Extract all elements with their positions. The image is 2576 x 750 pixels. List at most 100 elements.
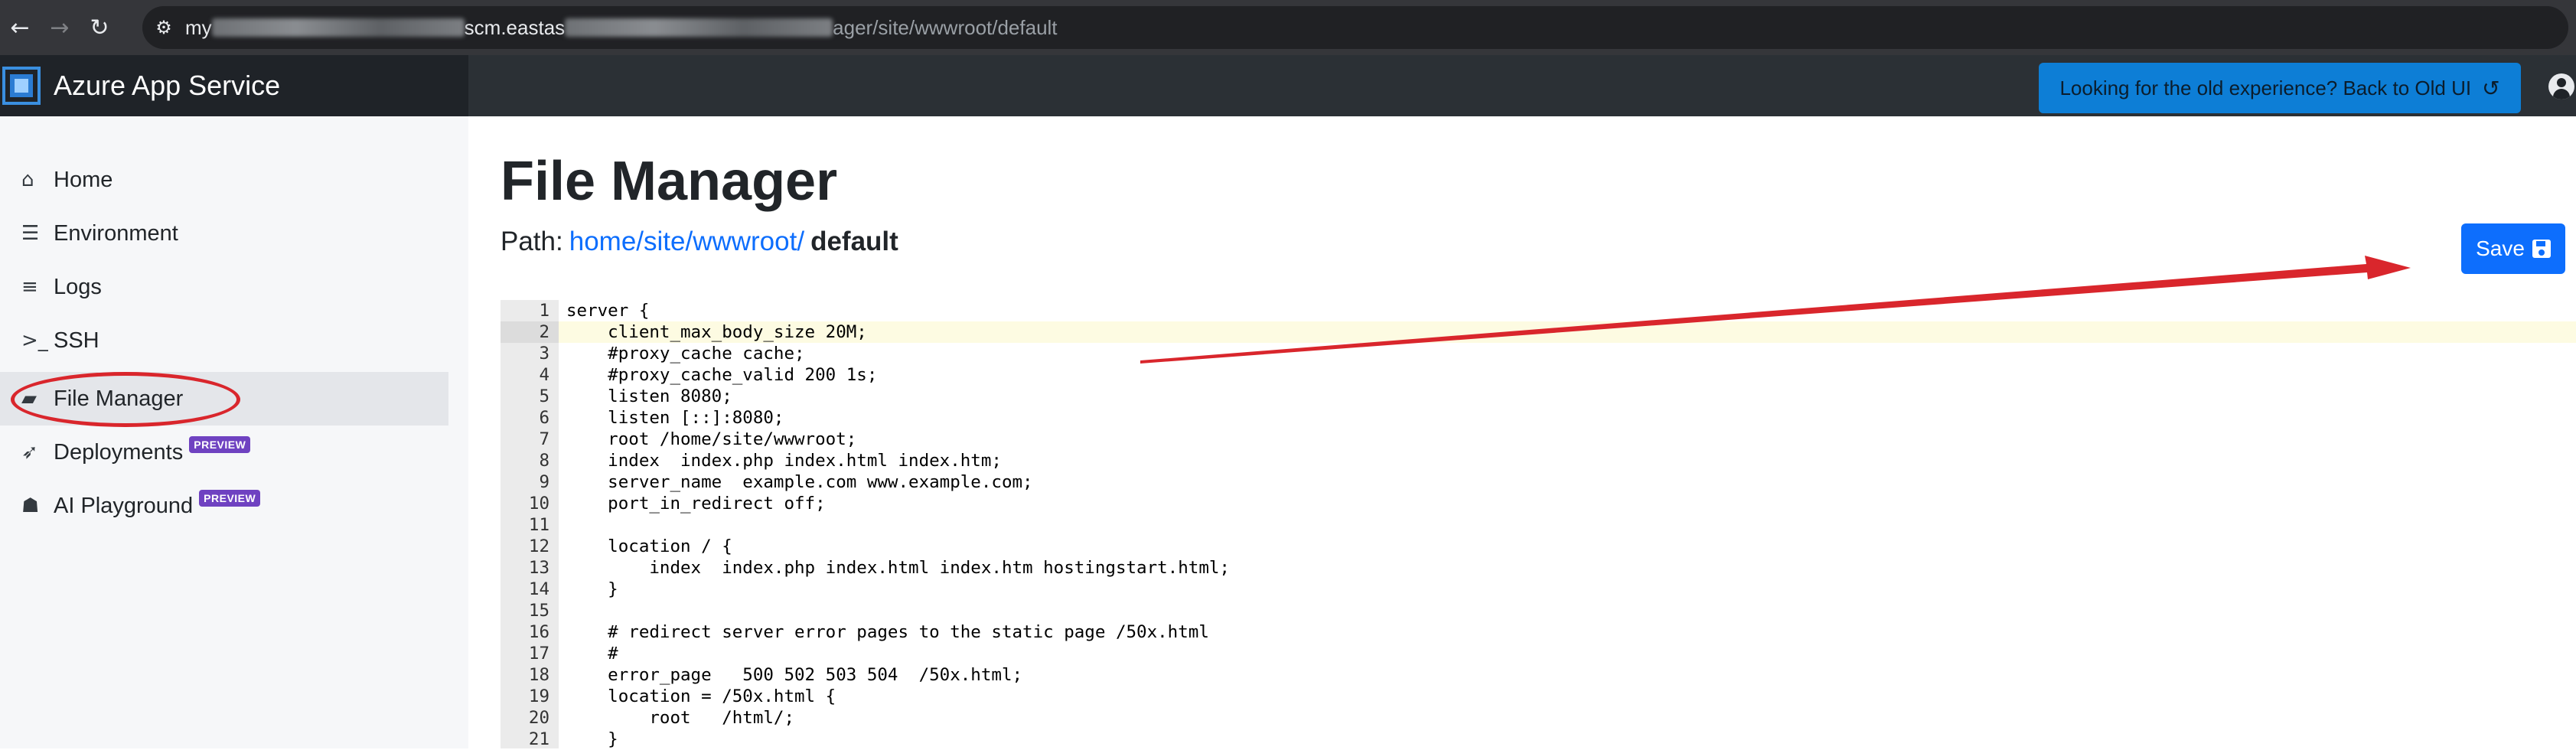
code-line[interactable]: 14 } bbox=[501, 579, 2576, 600]
back-to-old-ui-button[interactable]: Looking for the old experience? Back to … bbox=[2039, 63, 2521, 113]
line-code: root /html/; bbox=[566, 708, 795, 728]
sidebar-item-deployments[interactable]: ➶ Deployments PREVIEW bbox=[0, 426, 448, 479]
back-button[interactable]: ← bbox=[0, 0, 40, 55]
line-number: 9 bbox=[539, 472, 549, 492]
line-code: port_in_redirect off; bbox=[566, 494, 826, 514]
code-line[interactable]: 1 server { bbox=[501, 300, 2576, 321]
code-line[interactable]: 13 index index.php index.html index.htm … bbox=[501, 557, 2576, 579]
code-line[interactable]: 5 listen 8080; bbox=[501, 386, 2576, 407]
sidebar-item-label: Home bbox=[54, 167, 113, 192]
line-number: 5 bbox=[539, 386, 549, 406]
line-code: index index.php index.html index.htm hos… bbox=[566, 558, 1230, 578]
sidebar-item-file-manager[interactable]: ▰ File Manager bbox=[0, 372, 448, 426]
line-number: 4 bbox=[539, 365, 549, 385]
line-number: 13 bbox=[528, 558, 549, 578]
code-line[interactable]: 16 # redirect server error pages to the … bbox=[501, 621, 2576, 643]
sidebar-item-label: SSH bbox=[54, 328, 99, 353]
line-code: listen [::]:8080; bbox=[566, 408, 784, 428]
line-number: 14 bbox=[528, 579, 549, 599]
browser-toolbar: ← → ↻ ⚙ my scm.eastas ager/site/wwwroot/… bbox=[0, 0, 2576, 55]
code-line[interactable]: 18 error_page 500 502 503 504 /50x.html; bbox=[501, 664, 2576, 686]
breadcrumb: Path: home/site/wwwroot/default bbox=[501, 227, 898, 257]
code-line[interactable]: 3 #proxy_cache cache; bbox=[501, 343, 2576, 364]
sidebar-item-environment[interactable]: ☰ Environment bbox=[0, 207, 448, 260]
code-line[interactable]: 2 client_max_body_size 20M; bbox=[501, 321, 2576, 343]
code-editor[interactable]: 1 server {2 client_max_body_size 20M; 3 #p… bbox=[501, 300, 2576, 750]
code-line[interactable]: 21 } bbox=[501, 729, 2576, 750]
code-line[interactable]: 17 # bbox=[501, 643, 2576, 664]
sidebar-item-label: File Manager bbox=[54, 386, 184, 411]
code-line[interactable]: 4 #proxy_cache_valid 200 1s; bbox=[501, 364, 2576, 386]
save-label: Save bbox=[2476, 236, 2525, 260]
user-circle-icon[interactable] bbox=[2548, 73, 2574, 99]
sidebar-item-ssh[interactable]: >_ SSH bbox=[0, 314, 448, 367]
sidebar-item-ai-playground[interactable]: ☗ AI Playground PREVIEW bbox=[0, 479, 448, 533]
line-code: root /home/site/wwwroot; bbox=[566, 429, 857, 449]
code-line[interactable]: 12 location / { bbox=[501, 536, 2576, 557]
code-line[interactable]: 6 listen [::]:8080; bbox=[501, 407, 2576, 429]
code-line[interactable]: 15 bbox=[501, 600, 2576, 621]
code-line[interactable]: 20 root /html/; bbox=[501, 707, 2576, 729]
line-code: } bbox=[566, 579, 618, 599]
azure-app-service-logo-icon bbox=[0, 55, 43, 116]
history-icon: ↺ bbox=[2482, 75, 2500, 101]
redacted-block bbox=[565, 18, 833, 37]
line-number: 3 bbox=[539, 344, 549, 364]
line-number: 19 bbox=[528, 686, 549, 706]
redacted-block bbox=[211, 18, 465, 37]
reload-button[interactable]: ↻ bbox=[80, 0, 119, 55]
code-line[interactable]: 19 location = /50x.html { bbox=[501, 686, 2576, 707]
site-info-icon[interactable]: ⚙ bbox=[142, 6, 185, 49]
terminal-icon: >_ bbox=[21, 329, 48, 352]
line-code: client_max_body_size 20M; bbox=[566, 322, 867, 342]
line-code: server { bbox=[566, 301, 650, 321]
line-number: 15 bbox=[528, 601, 549, 621]
sidebar-item-home[interactable]: ⌂ Home bbox=[0, 153, 448, 207]
line-code: # redirect server error pages to the sta… bbox=[566, 622, 1209, 642]
line-number: 7 bbox=[539, 429, 549, 449]
line-code: error_page 500 502 503 504 /50x.html; bbox=[566, 665, 1023, 685]
save-button[interactable]: Save bbox=[2461, 223, 2565, 274]
line-code: location = /50x.html { bbox=[566, 686, 836, 706]
path-label: Path: bbox=[501, 227, 563, 256]
line-code: #proxy_cache cache; bbox=[566, 344, 805, 364]
line-number: 10 bbox=[528, 494, 549, 514]
line-number: 20 bbox=[528, 708, 549, 728]
preview-badge: PREVIEW bbox=[189, 436, 251, 453]
line-number: 21 bbox=[528, 729, 549, 749]
line-number: 2 bbox=[539, 322, 549, 342]
robot-icon: ☗ bbox=[21, 494, 40, 517]
url-text[interactable]: my scm.eastas ager/site/wwwroot/default bbox=[185, 16, 1058, 40]
line-code: } bbox=[566, 729, 618, 749]
code-line[interactable]: 8 index index.php index.html index.htm; bbox=[501, 450, 2576, 471]
line-code: location / { bbox=[566, 536, 732, 556]
preview-badge: PREVIEW bbox=[199, 490, 261, 507]
line-number: 1 bbox=[539, 301, 549, 321]
line-code: # bbox=[566, 644, 618, 664]
home-icon: ⌂ bbox=[21, 168, 34, 191]
floppy-disk-icon bbox=[2532, 240, 2551, 258]
path-file: default bbox=[810, 227, 898, 256]
line-number: 12 bbox=[528, 536, 549, 556]
sidebar-item-logs[interactable]: ≡ Logs bbox=[0, 260, 448, 314]
sidebar-item-label: AI Playground bbox=[54, 493, 194, 518]
old-ui-label: Looking for the old experience? Back to … bbox=[2059, 76, 2472, 99]
address-bar[interactable]: ⚙ my scm.eastas ager/site/wwwroot/defaul… bbox=[142, 6, 2568, 49]
path-link[interactable]: home/site/wwwroot/ bbox=[569, 227, 804, 256]
code-line[interactable]: 7 root /home/site/wwwroot; bbox=[501, 429, 2576, 450]
logs-icon: ≡ bbox=[21, 276, 38, 298]
app-title: Azure App Service bbox=[54, 70, 281, 101]
main-content: File Manager Path: home/site/wwwroot/defa… bbox=[468, 116, 2576, 750]
rocket-icon: ➶ bbox=[21, 441, 38, 464]
line-number: 6 bbox=[539, 408, 549, 428]
line-number: 8 bbox=[539, 451, 549, 471]
line-code: #proxy_cache_valid 200 1s; bbox=[566, 365, 878, 385]
list-check-icon: ☰ bbox=[21, 222, 40, 245]
line-code: server_name example.com www.example.com; bbox=[566, 472, 1033, 492]
code-line[interactable]: 9 server_name example.com www.example.co… bbox=[501, 471, 2576, 493]
line-number: 18 bbox=[528, 665, 549, 685]
code-line[interactable]: 11 bbox=[501, 514, 2576, 536]
forward-button[interactable]: → bbox=[40, 0, 80, 55]
code-line[interactable]: 10 port_in_redirect off; bbox=[501, 493, 2576, 514]
line-number: 17 bbox=[528, 644, 549, 664]
